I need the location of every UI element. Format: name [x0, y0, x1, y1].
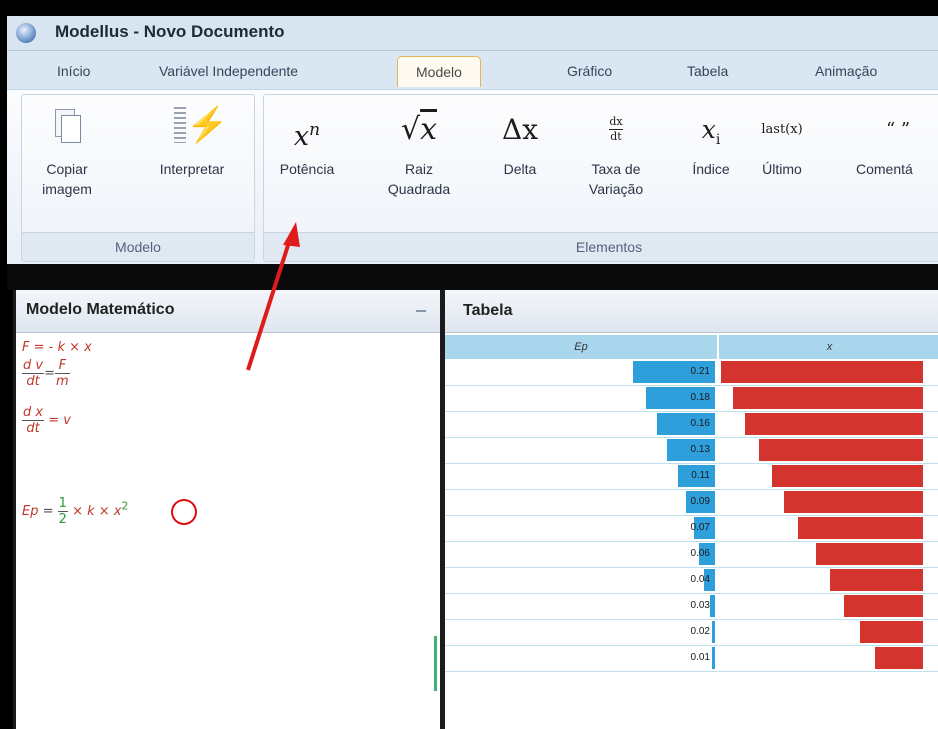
annotation-arrow — [246, 222, 300, 371]
